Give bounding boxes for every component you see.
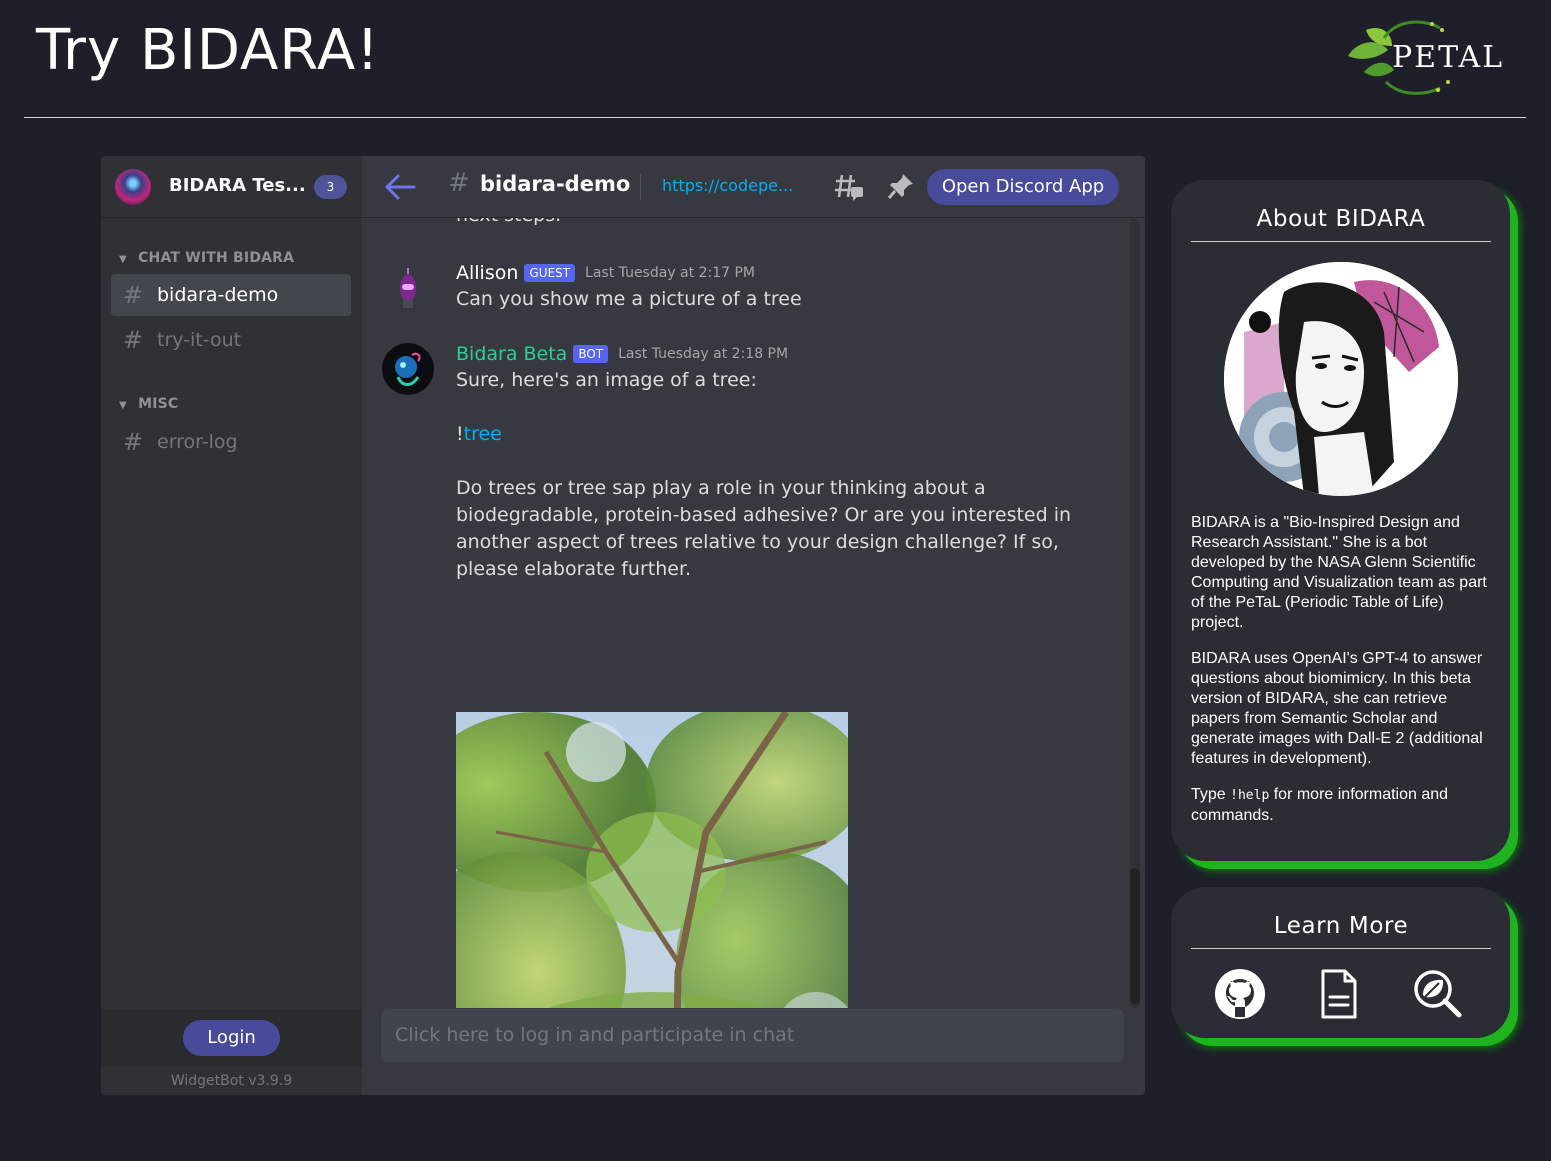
hash-icon: # — [123, 326, 144, 354]
message-timestamp: Last Tuesday at 2:17 PM — [585, 265, 755, 281]
back-arrow-icon[interactable] — [384, 172, 416, 202]
server-header[interactable]: BIDARA Tes... 3 — [101, 156, 362, 218]
channel-label: error-log — [157, 431, 238, 453]
channel-label: bidara-demo — [157, 284, 279, 306]
message-list: next steps. Allison GUEST Last Tuesday a… — [362, 218, 1145, 1008]
category-misc[interactable]: ▼ MISC — [119, 396, 178, 412]
bot-avatar[interactable] — [382, 343, 434, 395]
bidara-portrait — [1224, 262, 1458, 496]
author-name[interactable]: Allison — [456, 262, 518, 284]
message-text: Can you show me a picture of a tree — [456, 288, 802, 310]
chat-login-input[interactable]: Click here to log in and participate in … — [381, 1009, 1124, 1062]
hash-icon: # — [123, 281, 144, 309]
document-icon[interactable] — [1312, 967, 1366, 1021]
channel-sidebar: BIDARA Tes... 3 ▼ CHAT WITH BIDARA # bid… — [101, 156, 362, 1095]
bot-tag: BOT — [573, 345, 609, 363]
tree-image[interactable] — [456, 712, 848, 1008]
message-paragraph: Do trees or tree sap play a role in your… — [456, 477, 1072, 580]
page-title: Try BIDARA! — [36, 18, 380, 83]
channel-error-log[interactable]: # error-log — [111, 421, 351, 463]
cut-off-message-text: next steps. — [456, 218, 561, 226]
about-paragraph-1: BIDARA is a "Bio-Inspired Design and Res… — [1191, 514, 1487, 631]
about-description: BIDARA is a "Bio-Inspired Design and Res… — [1191, 513, 1496, 842]
hash-icon: # — [123, 428, 144, 456]
channel-try-it-out[interactable]: # try-it-out — [111, 319, 351, 361]
message-header: Bidara Beta BOT Last Tuesday at 2:18 PM — [456, 343, 788, 365]
header-divider — [24, 117, 1526, 118]
learn-more-divider — [1191, 948, 1491, 949]
category-chat-with-bidara[interactable]: ▼ CHAT WITH BIDARA — [119, 250, 294, 266]
chevron-down-icon: ▼ — [119, 400, 127, 411]
server-avatar — [115, 169, 151, 205]
github-icon[interactable] — [1213, 967, 1267, 1021]
channel-bidara-demo[interactable]: # bidara-demo — [111, 274, 351, 316]
server-name: BIDARA Tes... — [169, 175, 306, 196]
petal-logo: PETAL — [1344, 16, 1502, 98]
server-badge: 3 — [314, 175, 347, 199]
user-avatar[interactable] — [382, 262, 434, 314]
sidebar-login-area: Login — [101, 1009, 362, 1067]
message-header: Allison GUEST Last Tuesday at 2:17 PM — [456, 262, 755, 284]
guest-tag: GUEST — [524, 264, 576, 282]
petal-logo-text: PETAL — [1392, 40, 1505, 75]
channel-title: bidara-demo — [480, 172, 631, 196]
category-label: CHAT WITH BIDARA — [138, 250, 295, 266]
about-paragraph-3: Type !help for more information and comm… — [1191, 785, 1496, 826]
channel-label: try-it-out — [157, 329, 242, 351]
about-card: About BIDARA BIDARA is a "Bio-Inspired D… — [1171, 180, 1510, 861]
open-discord-app-button[interactable]: Open Discord App — [927, 169, 1119, 205]
about-divider — [1191, 241, 1491, 242]
command-link[interactable]: tree — [464, 423, 502, 445]
scrollbar-thumb[interactable] — [1130, 868, 1140, 1004]
category-label: MISC — [138, 396, 179, 412]
message-text: Sure, here's an image of a tree: — [456, 369, 757, 391]
message-command: !tree — [456, 421, 1086, 448]
help-command-code: !help — [1230, 788, 1270, 803]
author-name[interactable]: Bidara Beta — [456, 343, 567, 365]
login-button[interactable]: Login — [183, 1020, 280, 1056]
hash-icon: # — [448, 168, 470, 198]
search-leaf-icon[interactable] — [1411, 967, 1465, 1021]
about-title: About BIDARA — [1256, 206, 1426, 232]
channel-topic-link[interactable]: https://codepe... — [662, 176, 793, 195]
about-paragraph-2: BIDARA uses OpenAI's GPT-4 to answer que… — [1191, 650, 1483, 767]
header-divider — [640, 174, 641, 200]
threads-icon[interactable] — [834, 172, 864, 202]
about-p3-before: Type — [1191, 786, 1231, 803]
message-timestamp: Last Tuesday at 2:18 PM — [618, 346, 789, 362]
discord-widget: BIDARA Tes... 3 ▼ CHAT WITH BIDARA # bid… — [101, 156, 1145, 1095]
learn-more-title: Learn More — [1273, 913, 1409, 939]
command-prefix: ! — [456, 423, 464, 445]
widgetbot-version[interactable]: WidgetBot v3.9.9 — [101, 1067, 362, 1095]
chat-header: # bidara-demo https://codepe... Open Dis… — [362, 156, 1145, 218]
pin-icon[interactable] — [887, 172, 915, 200]
chevron-down-icon: ▼ — [119, 254, 127, 265]
learn-more-card: Learn More — [1171, 887, 1510, 1038]
